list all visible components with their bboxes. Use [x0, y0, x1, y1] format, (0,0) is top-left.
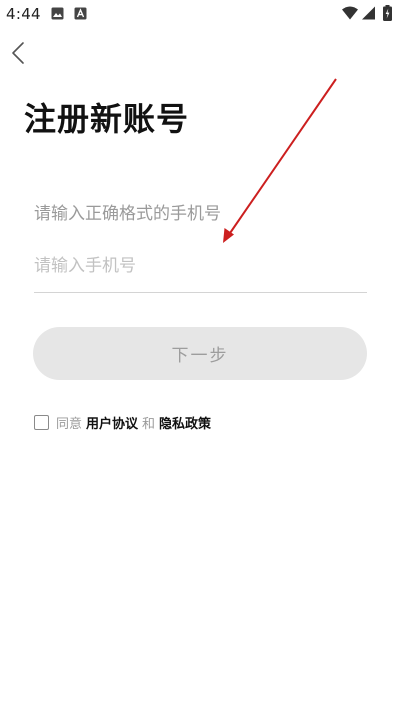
status-time: 4:44	[6, 5, 41, 23]
phone-format-hint: 请输入正确格式的手机号	[34, 204, 221, 224]
status-bar: 4:44	[0, 0, 400, 28]
next-step-button[interactable]: 下一步	[33, 327, 367, 380]
agreement-row: 同意 用户协议 和 隐私政策	[34, 413, 215, 432]
signal-icon	[362, 6, 375, 20]
phone-field	[34, 246, 367, 293]
back-button[interactable]	[6, 40, 32, 66]
page-title: 注册新账号	[24, 100, 190, 138]
privacy-policy-link[interactable]: 隐私政策	[159, 413, 211, 432]
agree-checkbox[interactable]	[34, 414, 49, 430]
image-notification-icon	[51, 7, 64, 20]
wifi-icon	[342, 6, 358, 20]
user-agreement-link[interactable]: 用户协议	[86, 413, 138, 432]
phone-input[interactable]	[34, 248, 367, 284]
chevron-left-icon	[12, 42, 24, 64]
agree-conjunction: 和	[142, 416, 156, 432]
agree-prefix: 同意	[56, 416, 83, 432]
battery-icon	[383, 5, 392, 21]
app-notification-icon	[74, 7, 87, 20]
